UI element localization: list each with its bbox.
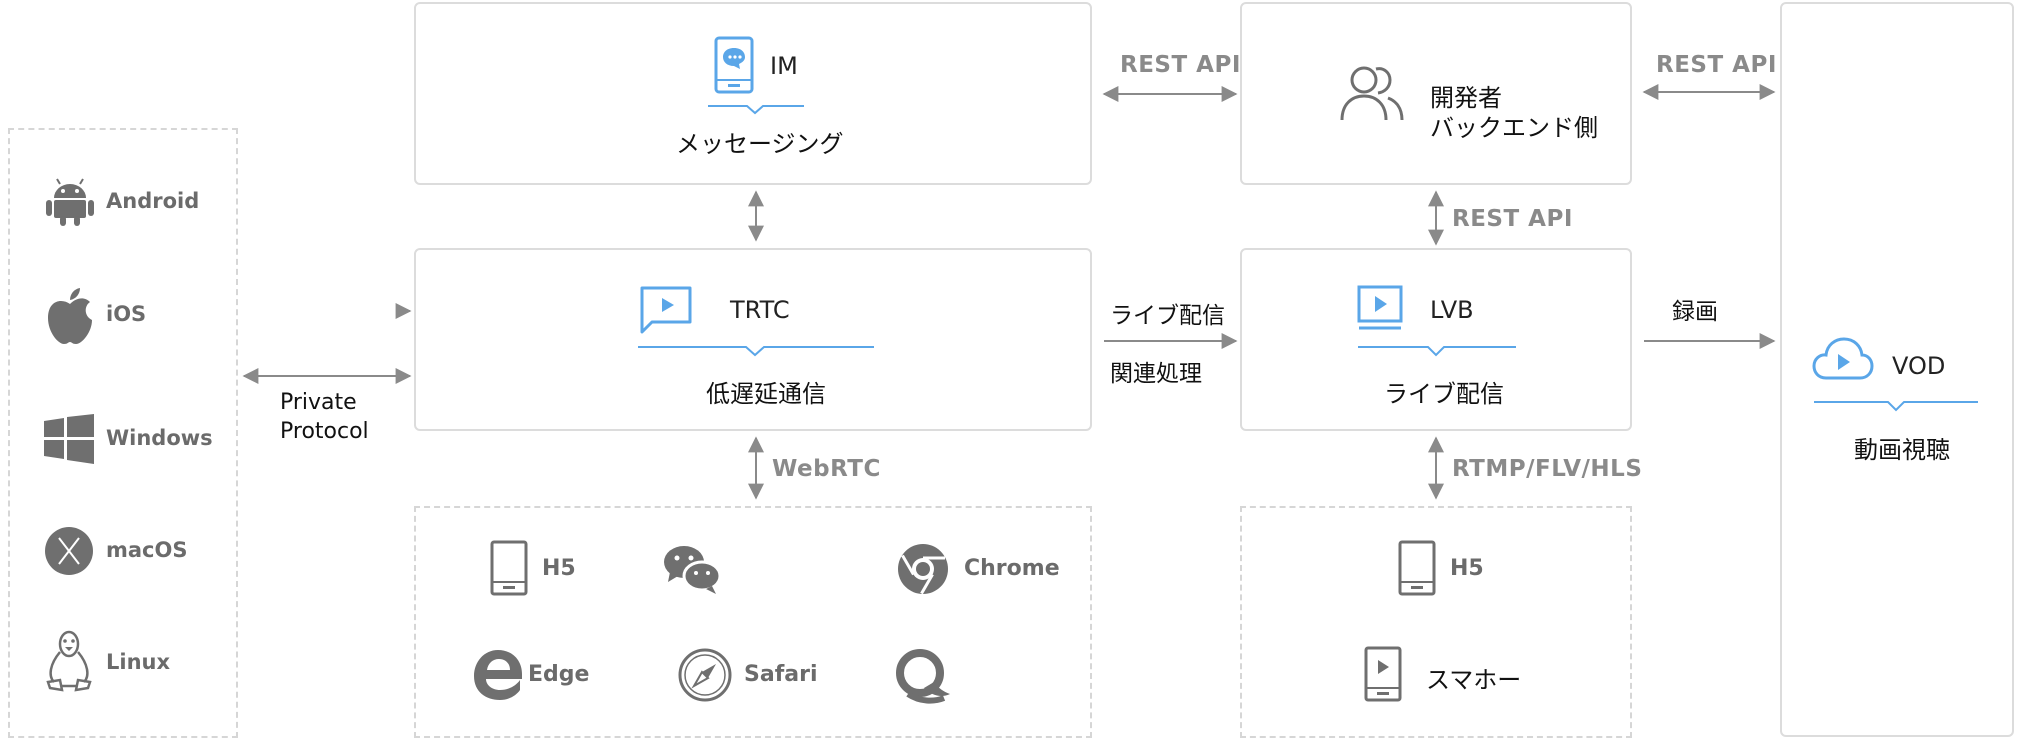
qq-browser-icon bbox=[894, 648, 952, 708]
im-underline bbox=[708, 105, 804, 115]
platform-macos-label: macOS bbox=[106, 538, 188, 562]
apple-icon bbox=[44, 286, 96, 350]
users-icon bbox=[1340, 64, 1404, 126]
lvb-h5-phone-icon bbox=[1398, 540, 1436, 600]
web-client-chrome-label: Chrome bbox=[964, 556, 1060, 581]
im-phone-chat-icon bbox=[714, 36, 754, 98]
lvb-vod-label: 録画 bbox=[1672, 299, 1718, 325]
macos-icon bbox=[44, 526, 94, 580]
lvb-title: LVB bbox=[1430, 296, 1474, 324]
webrtc-label: WebRTC bbox=[772, 456, 881, 482]
trtc-chat-video-icon bbox=[638, 284, 694, 338]
wechat-icon bbox=[662, 544, 722, 598]
trtc-lvb-label-2: 関連処理 bbox=[1110, 361, 1202, 387]
vod-underline bbox=[1814, 401, 1978, 412]
lvb-client-h5-label: H5 bbox=[1450, 556, 1484, 581]
vod-title: VOD bbox=[1892, 352, 1946, 380]
lvb-subtitle: ライブ配信 bbox=[1384, 380, 1504, 408]
chrome-icon bbox=[896, 542, 950, 600]
rtmp-label: RTMP/FLV/HLS bbox=[1452, 456, 1643, 482]
platform-android-label: Android bbox=[106, 189, 200, 213]
platform-ios-label: iOS bbox=[106, 302, 147, 326]
rest-api-label-dev-lvb: REST API bbox=[1452, 206, 1573, 232]
platform-linux-label: Linux bbox=[106, 650, 171, 674]
trtc-underline bbox=[638, 346, 874, 357]
private-protocol-line2: Protocol bbox=[280, 419, 369, 444]
rest-api-label-dev-vod: REST API bbox=[1656, 52, 1777, 78]
safari-icon bbox=[678, 648, 732, 706]
web-client-safari-label: Safari bbox=[744, 662, 818, 687]
trtc-subtitle: 低遅延通信 bbox=[706, 380, 826, 408]
private-protocol-line1: Private bbox=[280, 390, 357, 415]
linux-icon bbox=[44, 630, 94, 696]
web-client-edge-label: Edge bbox=[528, 662, 590, 687]
smartphone-play-icon bbox=[1364, 646, 1402, 706]
lvb-underline bbox=[1358, 346, 1516, 357]
lvb-monitor-play-icon bbox=[1356, 284, 1404, 336]
android-icon bbox=[44, 176, 96, 232]
lvb-client-smartphone-label: スマホー bbox=[1426, 666, 1522, 694]
rest-api-label-im-dev: REST API bbox=[1120, 52, 1241, 78]
trtc-lvb-label-1: ライブ配信 bbox=[1110, 303, 1225, 329]
web-client-h5-label: H5 bbox=[542, 556, 576, 581]
windows-icon bbox=[44, 414, 94, 468]
vod-subtitle: 動画視聴 bbox=[1854, 436, 1950, 464]
trtc-title: TRTC bbox=[730, 296, 790, 324]
cloud-play-icon bbox=[1812, 336, 1874, 386]
im-title: IM bbox=[770, 52, 798, 80]
platform-windows-label: Windows bbox=[106, 426, 213, 450]
developer-line2: バックエンド側 bbox=[1430, 114, 1598, 142]
h5-phone-icon bbox=[490, 540, 528, 600]
connection-arrows bbox=[242, 84, 1978, 500]
edge-icon bbox=[472, 648, 524, 706]
im-subtitle: メッセージング bbox=[676, 130, 844, 158]
